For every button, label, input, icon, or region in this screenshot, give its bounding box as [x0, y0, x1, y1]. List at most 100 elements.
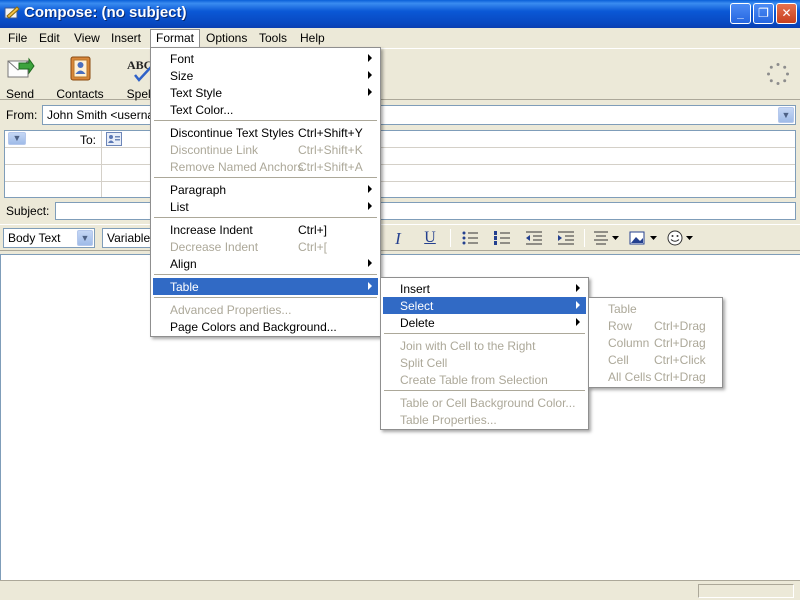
menu-insert[interactable]: Insert	[105, 29, 147, 47]
format-menu-item-discontinue-text-styles[interactable]: Discontinue Text Styles Ctrl+Shift+Y	[153, 124, 378, 141]
paragraph-style-chevron-icon[interactable]: ▼	[77, 230, 93, 246]
bulleted-list-icon[interactable]	[460, 229, 480, 247]
menu-item-shortcut: Ctrl+Click	[654, 353, 706, 367]
menu-options[interactable]: Options	[200, 29, 253, 47]
recipient-row[interactable]	[5, 165, 795, 182]
recipient-row[interactable]	[5, 131, 795, 148]
from-dropdown-chevron-icon[interactable]: ▼	[778, 107, 794, 123]
menu-format[interactable]: Format	[150, 29, 201, 47]
submenu-arrow-icon	[368, 88, 372, 96]
table-menu-item-insert[interactable]: Insert	[383, 280, 586, 297]
menu-item-label: Decrease Indent	[170, 240, 259, 254]
decrease-indent-icon[interactable]	[524, 229, 544, 247]
insert-image-dropdown-icon[interactable]	[628, 229, 660, 247]
toolbar-separator	[584, 229, 585, 247]
send-icon	[7, 57, 35, 78]
format-menu-item-decrease-indent[interactable]: Decrease Indent Ctrl+[	[153, 238, 378, 255]
menu-item-shortcut: Ctrl+Drag	[654, 370, 706, 384]
select-submenu: Table Row Ctrl+Drag Column Ctrl+Drag Cell C…	[588, 297, 723, 388]
submenu-arrow-icon	[368, 71, 372, 79]
select-menu-item-cell[interactable]: Cell Ctrl+Click	[591, 351, 720, 368]
table-menu-item-select[interactable]: Select	[383, 297, 586, 314]
table-menu-item-background-color[interactable]: Table or Cell Background Color...	[383, 394, 586, 411]
format-menu-item-discontinue-link[interactable]: Discontinue Link Ctrl+Shift+K	[153, 141, 378, 158]
toolbar-separator	[450, 229, 451, 247]
menu-item-label: Table	[608, 302, 637, 316]
format-menu-item-align[interactable]: Align	[153, 255, 378, 272]
format-menu-item-text-color[interactable]: Text Color...	[153, 101, 378, 118]
select-menu-item-all-cells[interactable]: All Cells Ctrl+Drag	[591, 368, 720, 385]
menu-item-shortcut: Ctrl+[	[298, 240, 328, 254]
smiley-dropdown-icon[interactable]	[666, 229, 696, 247]
menu-item-label: Join with Cell to the Right	[400, 339, 536, 353]
menu-separator	[154, 217, 377, 218]
menu-edit[interactable]: Edit	[33, 29, 66, 47]
font-value: Variable	[107, 231, 151, 245]
select-menu-item-column[interactable]: Column Ctrl+Drag	[591, 334, 720, 351]
from-value: John Smith <usernam	[47, 108, 165, 122]
menu-item-label: Delete	[400, 316, 435, 330]
menu-file[interactable]: File	[2, 29, 33, 47]
submenu-arrow-icon	[368, 54, 372, 62]
numbered-list-icon[interactable]	[492, 229, 512, 247]
recipient-type-dropdown-icon[interactable]: ▼	[8, 132, 26, 145]
table-menu-item-delete[interactable]: Delete	[383, 314, 586, 331]
table-menu-item-join-cell[interactable]: Join with Cell to the Right	[383, 337, 586, 354]
recipient-row[interactable]	[5, 148, 795, 165]
menu-item-label: Table or Cell Background Color...	[400, 396, 576, 410]
format-menu-item-paragraph[interactable]: Paragraph	[153, 181, 378, 198]
menu-item-label: Text Color...	[170, 103, 234, 117]
recipients-list[interactable]: ▼ To:	[4, 130, 796, 198]
address-card-icon	[106, 132, 122, 146]
menu-help[interactable]: Help	[294, 29, 331, 47]
format-menu-item-remove-named-anchors[interactable]: Remove Named Anchors Ctrl+Shift+A	[153, 158, 378, 175]
menu-item-label: Split Cell	[400, 356, 448, 370]
menu-item-label: Paragraph	[170, 183, 227, 197]
paragraph-style-value: Body Text	[8, 231, 61, 245]
format-menu-item-table[interactable]: Table	[153, 278, 378, 295]
format-menu-item-text-style[interactable]: Text Style	[153, 84, 378, 101]
activity-throbber-icon	[767, 63, 789, 85]
menu-tools[interactable]: Tools	[253, 29, 293, 47]
table-menu-item-split-cell[interactable]: Split Cell	[383, 354, 586, 371]
send-button[interactable]: Send	[0, 51, 48, 101]
select-menu-item-row[interactable]: Row Ctrl+Drag	[591, 317, 720, 334]
align-dropdown-icon[interactable]	[592, 229, 622, 247]
from-label: From:	[6, 108, 38, 122]
underline-button[interactable]: U	[420, 229, 440, 247]
format-menu-item-font[interactable]: Font	[153, 50, 378, 67]
submenu-arrow-icon	[368, 202, 372, 210]
title-bar[interactable]: Compose: (no subject) _ ❐ ✕	[0, 0, 800, 28]
close-button[interactable]: ✕	[776, 3, 797, 24]
menu-item-label: Remove Named Anchors	[170, 160, 304, 174]
table-menu-item-table-properties[interactable]: Table Properties...	[383, 411, 586, 428]
compose-app-icon	[4, 6, 20, 19]
contacts-button[interactable]: Contacts	[52, 51, 108, 101]
menu-item-label: Text Style	[170, 86, 223, 100]
format-menu-item-page-colors[interactable]: Page Colors and Background...	[153, 318, 378, 335]
format-menu-item-advanced-properties[interactable]: Advanced Properties...	[153, 301, 378, 318]
menu-separator	[384, 333, 585, 334]
italic-button[interactable]: I	[388, 229, 408, 248]
menu-item-shortcut: Ctrl+Drag	[654, 336, 706, 350]
maximize-button[interactable]: ❐	[753, 3, 774, 24]
recipient-row[interactable]	[5, 182, 795, 199]
menu-item-label: Cell	[608, 353, 629, 367]
increase-indent-icon[interactable]	[556, 229, 576, 247]
select-menu-item-table[interactable]: Table	[591, 300, 720, 317]
menu-bar: File Edit View Insert Format Options Too…	[0, 28, 800, 48]
minimize-button[interactable]: _	[730, 3, 751, 24]
menu-view[interactable]: View	[68, 29, 106, 47]
menu-item-label: Insert	[400, 282, 431, 296]
format-menu-item-size[interactable]: Size	[153, 67, 378, 84]
menu-item-shortcut: Ctrl+Shift+A	[298, 160, 363, 174]
menu-item-label: Page Colors and Background...	[170, 320, 337, 334]
menu-item-label: All Cells	[608, 370, 652, 384]
menu-item-label: List	[170, 200, 189, 214]
menu-separator	[384, 390, 585, 391]
format-menu-item-list[interactable]: List	[153, 198, 378, 215]
format-menu-item-increase-indent[interactable]: Increase Indent Ctrl+]	[153, 221, 378, 238]
menu-item-label: Row	[608, 319, 633, 333]
table-menu-item-create-table[interactable]: Create Table from Selection	[383, 371, 586, 388]
contacts-label: Contacts	[56, 87, 104, 101]
